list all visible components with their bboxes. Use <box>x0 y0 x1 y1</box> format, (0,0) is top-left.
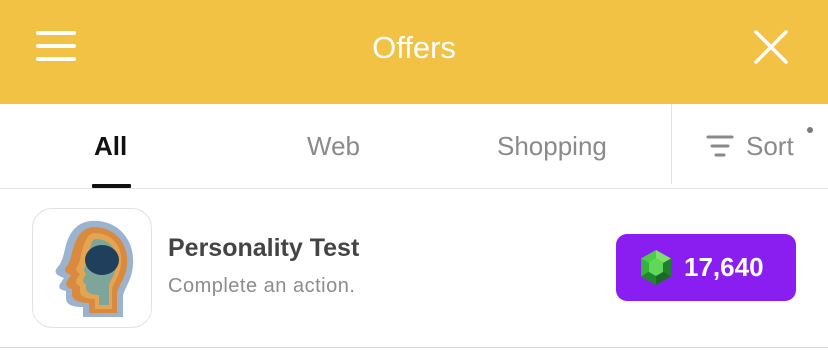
close-icon <box>754 30 788 64</box>
offer-description: Complete an action. <box>168 275 356 297</box>
row-divider <box>0 347 828 348</box>
gem-icon <box>641 250 671 285</box>
tabs-divider <box>671 104 672 184</box>
app-header: Offers <box>0 0 828 104</box>
sort-label: Sort <box>746 131 794 161</box>
tab-shopping[interactable]: Shopping <box>497 130 607 162</box>
filter-tabs: All Web Shopping Sort <box>0 104 828 189</box>
offer-item[interactable]: Personality Test Complete an action. 17,… <box>0 188 828 348</box>
sort-indicator-dot <box>807 127 813 133</box>
close-button[interactable] <box>751 27 791 67</box>
sort-lines-icon <box>706 135 734 157</box>
reward-button[interactable]: 17,640 <box>616 234 796 301</box>
reward-value: 17,640 <box>684 252 764 282</box>
offer-thumbnail <box>32 208 152 328</box>
tab-all[interactable]: All <box>94 130 127 162</box>
tab-web[interactable]: Web <box>307 130 360 162</box>
head-profile-icon <box>55 220 134 317</box>
offer-title: Personality Test <box>168 234 360 262</box>
page-title: Offers <box>372 30 456 65</box>
